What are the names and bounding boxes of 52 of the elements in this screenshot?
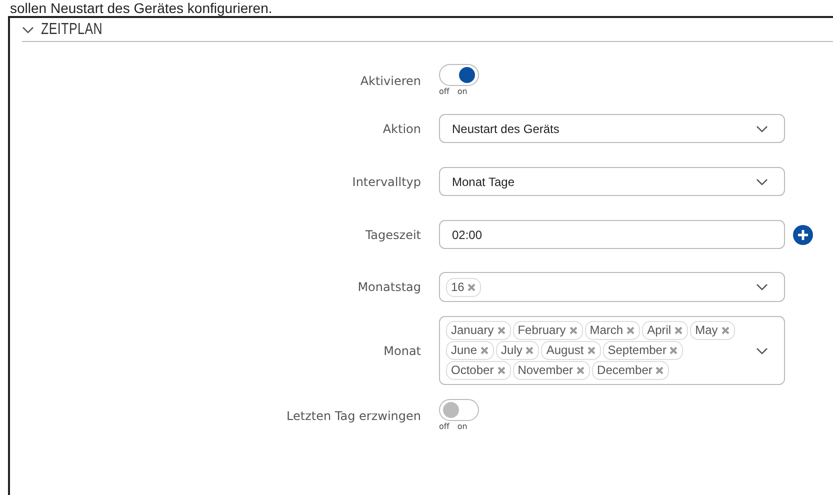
- remove-icon[interactable]: [655, 366, 664, 375]
- dropdown-icon: [756, 283, 768, 291]
- field-label: Aktion: [382, 122, 422, 136]
- remove-icon[interactable]: [496, 366, 506, 375]
- select-field[interactable]: Neustart des Geräts: [439, 114, 785, 143]
- time-input[interactable]: 02:00: [439, 220, 785, 249]
- remove-icon[interactable]: [496, 326, 506, 335]
- toggle-switch[interactable]: [439, 64, 479, 86]
- off-label: off: [439, 422, 450, 431]
- field-label: Monat: [382, 344, 422, 358]
- select-field[interactable]: Monat Tage: [439, 167, 785, 196]
- multi-select-field[interactable]: January February March April May June July August September October November December: [439, 316, 785, 385]
- tag-chip[interactable]: June: [446, 341, 494, 360]
- remove-icon[interactable]: [674, 326, 684, 335]
- tag-chip[interactable]: 16: [446, 278, 482, 296]
- remove-icon[interactable]: [586, 346, 596, 355]
- tag-chip[interactable]: December: [592, 361, 670, 380]
- intro-text: sollen Neustart des Gerätes konfigurieren.: [9, 0, 274, 16]
- tag-chip[interactable]: May: [690, 321, 735, 340]
- tag-chip[interactable]: September: [602, 341, 684, 360]
- multi-select-field[interactable]: 16: [439, 272, 785, 302]
- tag-chip[interactable]: March: [584, 321, 640, 340]
- field-label: Tageszeit: [364, 228, 422, 242]
- tag-chip[interactable]: November: [512, 361, 590, 380]
- add-icon[interactable]: [793, 224, 813, 244]
- chevron-icon: [22, 26, 34, 34]
- remove-icon[interactable]: [568, 326, 578, 335]
- remove-icon[interactable]: [669, 346, 678, 355]
- toggle-switch[interactable]: [439, 399, 479, 421]
- remove-icon[interactable]: [720, 326, 730, 335]
- off-label: off: [439, 87, 450, 96]
- tag-chip[interactable]: April: [642, 321, 688, 340]
- remove-icon[interactable]: [480, 346, 490, 355]
- remove-icon[interactable]: [525, 346, 534, 355]
- section-header[interactable]: ZEITPLAN: [22, 18, 120, 39]
- field-label: Monatstag: [356, 280, 422, 294]
- dropdown-icon: [756, 124, 768, 132]
- tag-chip[interactable]: July: [496, 341, 540, 360]
- tag-chip[interactable]: August: [541, 341, 601, 360]
- tag-chip[interactable]: October: [446, 361, 511, 380]
- field-label: Aktivieren: [359, 73, 422, 88]
- dropdown-icon: [756, 346, 768, 354]
- on-label: on: [457, 87, 468, 96]
- tag-chip[interactable]: February: [512, 321, 583, 340]
- remove-icon[interactable]: [467, 282, 476, 292]
- remove-icon[interactable]: [576, 366, 586, 375]
- on-label: on: [457, 422, 468, 431]
- remove-icon[interactable]: [626, 326, 636, 335]
- tag-chip[interactable]: January: [446, 321, 511, 340]
- field-label: Intervalltyp: [351, 174, 422, 188]
- field-label: Letzten Tag erzwingen: [286, 408, 422, 423]
- dropdown-icon: [756, 178, 768, 186]
